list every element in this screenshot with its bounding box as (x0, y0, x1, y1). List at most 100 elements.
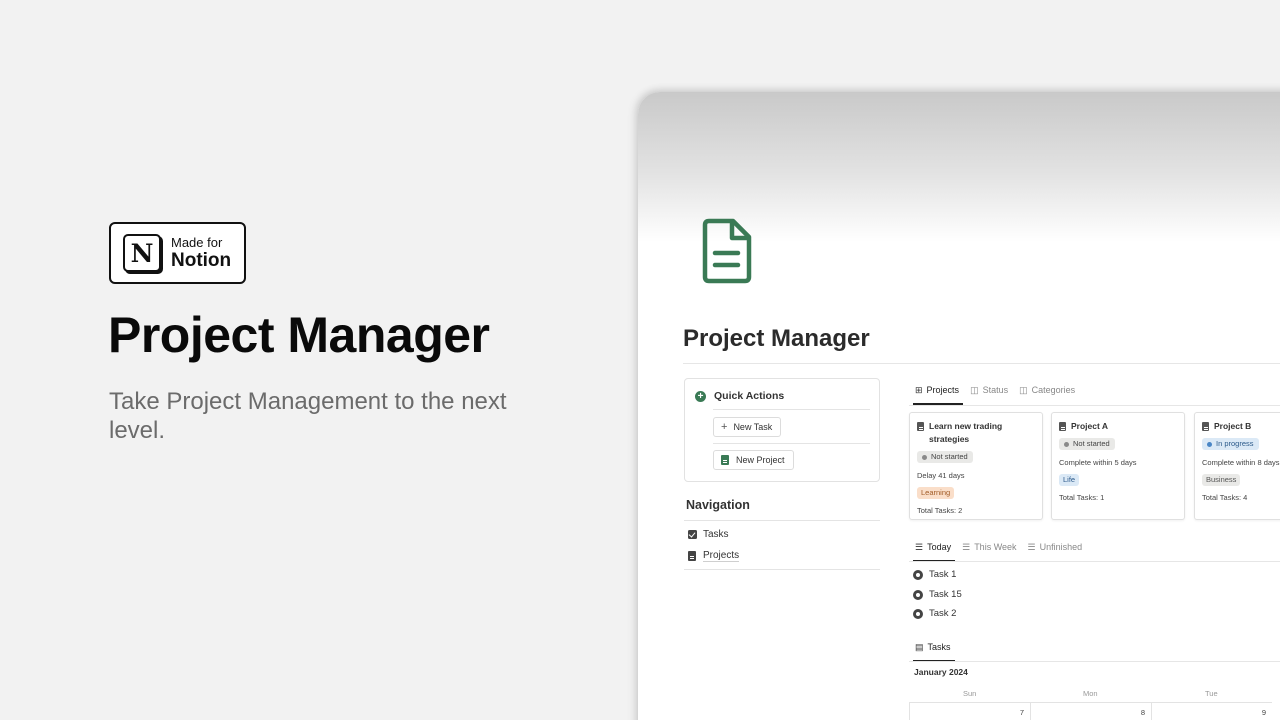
status-circle-icon (913, 608, 923, 619)
tab-categories[interactable]: ◫ Categories (1019, 381, 1075, 399)
nav-item-label: Projects (703, 550, 740, 562)
plus-circle-icon: + (695, 390, 706, 402)
tab-label: Categories (1031, 385, 1076, 395)
status-circle-icon (913, 569, 923, 580)
calendar-day-header: Sun (963, 689, 977, 698)
project-title-text: Project A (1071, 421, 1109, 431)
status-badge: In progress (1202, 438, 1259, 450)
document-icon (1059, 422, 1066, 431)
board-icon: ◫ (1019, 384, 1028, 395)
task-name: Task 2 (929, 608, 957, 619)
quick-actions-divider (713, 443, 870, 444)
notion-logo-letter: N (130, 238, 154, 268)
status-circle-icon (913, 589, 923, 600)
project-card-title: Project A (1059, 420, 1177, 433)
status-text: Not started (931, 452, 968, 461)
document-icon (917, 422, 924, 431)
tab-today[interactable]: ☰ Today (912, 538, 956, 562)
page-title: Project Manager (683, 325, 870, 352)
tab-tasks-calendar[interactable]: ▤ Tasks (913, 638, 955, 662)
list-item[interactable]: Task 15 (913, 589, 962, 600)
total-tasks-text: Total Tasks: 1 (1059, 492, 1105, 502)
project-card[interactable]: Project B In progress Complete within 8 … (1194, 412, 1280, 520)
tabs-divider (909, 661, 1280, 662)
project-card-title: Project B (1202, 420, 1280, 433)
status-text: In progress (1216, 439, 1254, 448)
badge-big-text: Notion (171, 250, 232, 271)
new-project-label: New Project (736, 455, 785, 465)
project-deadline-text: Complete within 5 days (1059, 457, 1137, 467)
badge-small-text: Made for (171, 235, 223, 250)
task-name: Task 15 (929, 589, 962, 600)
list-icon: ☰ (1027, 541, 1036, 552)
project-view-tabs: ⊞ Projects ◫ Status ◫ Categories (912, 381, 1086, 405)
project-card-title: Learn new trading strategies (917, 420, 1035, 446)
tabs-divider (909, 561, 1280, 562)
quick-actions-callout: + Quick Actions + New Task New Project (684, 378, 880, 482)
document-icon (721, 455, 729, 465)
navigation-heading: Navigation (686, 498, 750, 512)
status-text: Not started (1073, 439, 1110, 448)
tab-label: Today (927, 542, 952, 552)
status-badge: Not started (1059, 438, 1115, 450)
list-item[interactable]: Task 1 (913, 569, 956, 580)
calendar-cell[interactable]: 9 (1151, 702, 1272, 720)
document-icon (702, 218, 752, 284)
calendar-cell[interactable]: 7 (909, 702, 1030, 720)
project-title-text: Project B (1214, 421, 1252, 431)
tab-projects[interactable]: ⊞ Projects (912, 381, 964, 405)
tab-label: Tasks (927, 642, 951, 652)
project-deadline-text: Complete within 8 days (1202, 457, 1280, 467)
board-icon: ◫ (970, 384, 979, 395)
document-icon (1202, 422, 1209, 431)
gallery-icon: ⊞ (915, 384, 923, 395)
project-card[interactable]: Learn new trading strategies Not started… (909, 412, 1043, 520)
tab-label: Projects (926, 385, 960, 395)
new-task-label: New Task (733, 422, 773, 432)
list-icon: ☰ (962, 541, 971, 552)
quick-actions-header: + Quick Actions (695, 390, 784, 402)
plus-icon: + (721, 421, 728, 433)
navigation-divider (684, 569, 880, 570)
quick-actions-title: Quick Actions (714, 390, 785, 402)
calendar-icon: ▤ (915, 641, 924, 652)
tab-unfinished[interactable]: ☰ Unfinished (1028, 538, 1083, 556)
tab-status[interactable]: ◫ Status (970, 381, 1008, 399)
calendar-view-tabs: ▤ Tasks (913, 638, 962, 662)
project-card[interactable]: Project A Not started Complete within 5 … (1051, 412, 1185, 520)
project-deadline-text: Delay 41 days (917, 470, 965, 480)
calendar-day-header: Mon (1083, 689, 1098, 698)
new-task-button[interactable]: + New Task (713, 417, 782, 437)
list-item[interactable]: Task 2 (913, 608, 956, 619)
list-icon: ☰ (915, 541, 924, 552)
hero-title: Project Manager (108, 307, 490, 363)
notion-logo-icon: N (123, 234, 161, 272)
hero-subtitle: Take Project Management to the next leve… (109, 388, 507, 444)
nav-item-projects[interactable]: Projects (688, 550, 740, 562)
notion-window: Project Manager + Quick Actions + New Ta… (638, 92, 1280, 720)
category-tag: Business (1202, 473, 1241, 486)
nav-item-tasks[interactable]: Tasks (688, 529, 729, 540)
task-view-tabs: ☰ Today ☰ This Week ☰ Unfinished (912, 538, 1093, 562)
navigation-divider (684, 520, 880, 521)
nav-item-label: Tasks (703, 529, 729, 540)
tab-label: Status (982, 385, 1009, 395)
checkbox-icon (688, 530, 697, 539)
title-divider (683, 363, 1280, 364)
document-icon (688, 551, 696, 561)
quick-actions-divider (713, 409, 870, 410)
total-tasks-text: Total Tasks: 4 (1202, 492, 1248, 502)
task-name: Task 1 (929, 569, 957, 580)
project-title-text: Learn new trading strategies (929, 421, 1003, 444)
new-project-button[interactable]: New Project (713, 450, 794, 470)
category-tag: Learning (917, 486, 955, 499)
made-for-notion-badge: N Made for Notion (109, 222, 246, 284)
calendar-cell[interactable]: 8 (1030, 702, 1151, 720)
calendar-day-header: Tue (1205, 689, 1218, 698)
category-tag: Life (1059, 473, 1080, 486)
total-tasks-text: Total Tasks: 2 (917, 505, 963, 515)
tab-label: This Week (974, 542, 1017, 552)
status-badge: Not started (917, 451, 973, 463)
tab-this-week[interactable]: ☰ This Week (962, 538, 1016, 556)
tabs-divider (909, 405, 1280, 406)
